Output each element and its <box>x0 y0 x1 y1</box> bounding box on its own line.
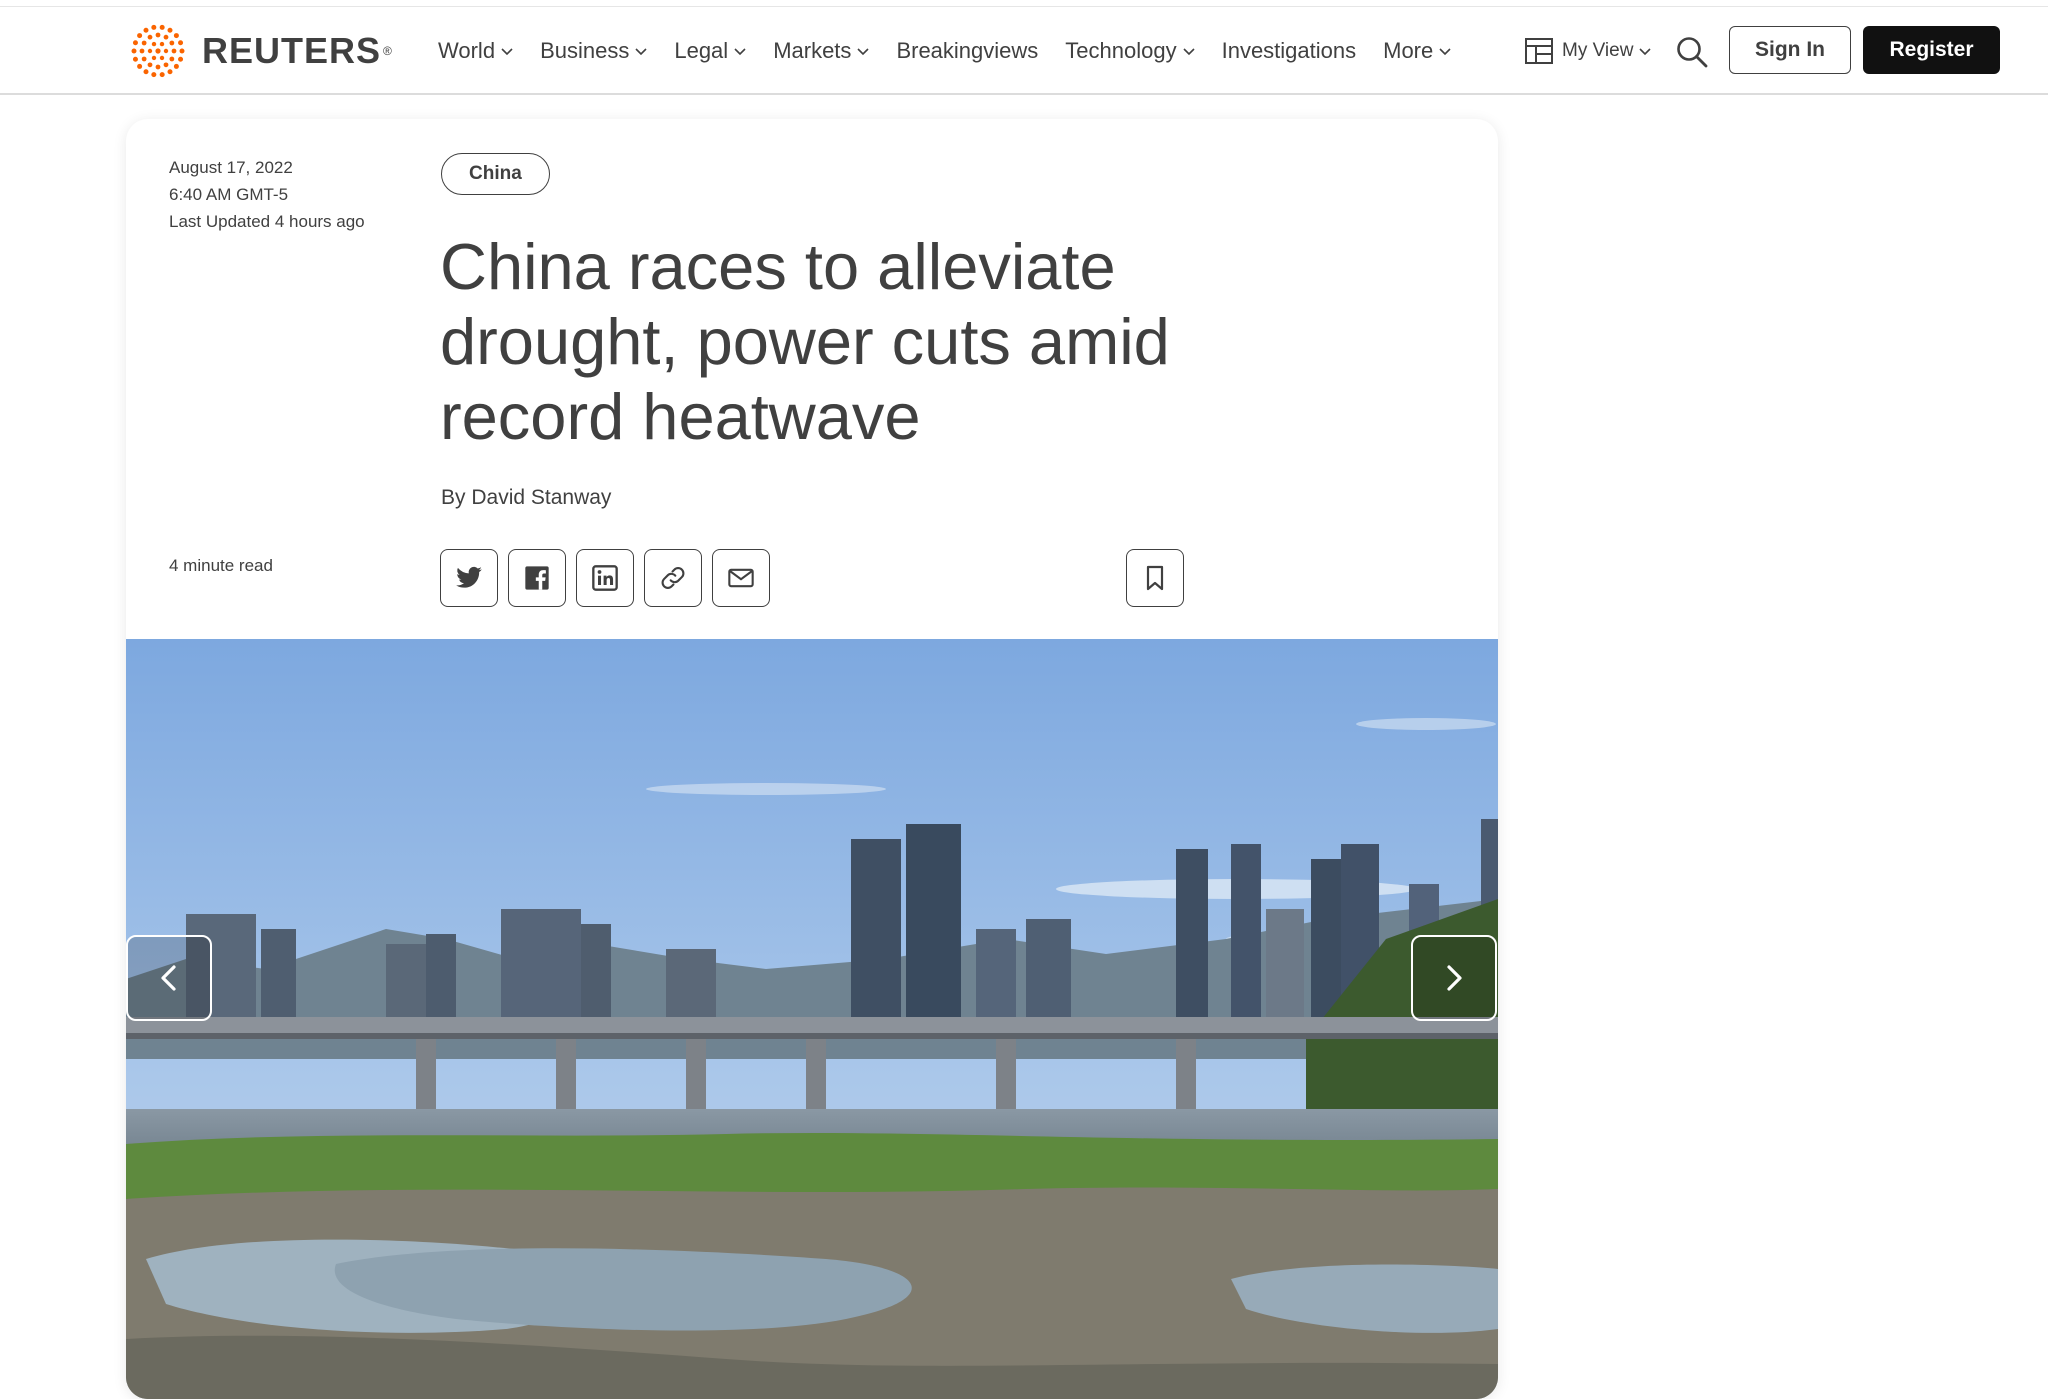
nav-technology[interactable]: Technology <box>1065 38 1195 64</box>
facebook-icon <box>525 566 549 590</box>
byline-prefix: By <box>441 486 472 509</box>
chevron-left-icon <box>161 965 176 991</box>
nav-legal[interactable]: Legal <box>674 38 746 64</box>
my-view-label: My View <box>1562 40 1634 61</box>
article-card: August 17, 2022 6:40 AM GMT-5 Last Updat… <box>126 119 1498 1399</box>
twitter-icon <box>456 566 482 588</box>
search-icon <box>1677 37 1708 68</box>
nav-breakingviews[interactable]: Breakingviews <box>896 38 1038 64</box>
linkedin-icon <box>592 565 618 591</box>
publish-time: 6:40 AM GMT-5 <box>169 185 289 204</box>
nav-label: Markets <box>773 38 852 63</box>
registered-mark: ® <box>383 44 392 58</box>
layout-icon <box>1525 38 1553 64</box>
site-header: REUTERS ® World Business Legal Markets Br… <box>0 7 2048 95</box>
chevron-down-icon <box>1183 48 1195 56</box>
sign-in-button[interactable]: Sign In <box>1729 26 1851 74</box>
carousel-prev-button[interactable] <box>126 935 212 1021</box>
article-dateline: August 17, 2022 6:40 AM GMT-5 Last Updat… <box>169 154 365 235</box>
share-email-button[interactable] <box>712 549 770 607</box>
email-icon <box>728 568 754 588</box>
nav-markets[interactable]: Markets <box>773 38 870 64</box>
brand-name: REUTERS <box>202 30 382 71</box>
nav-label: Technology <box>1065 38 1177 63</box>
article-photo <box>126 639 1498 1399</box>
carousel-next-button[interactable] <box>1411 935 1497 1021</box>
nav-more[interactable]: More <box>1383 38 1451 64</box>
main-nav: World Business Legal Markets Breakingvie… <box>438 7 1478 95</box>
nav-label: Breakingviews <box>896 38 1039 63</box>
search-button[interactable] <box>1675 35 1709 69</box>
share-linkedin-button[interactable] <box>576 549 634 607</box>
chevron-down-icon <box>501 48 513 56</box>
bookmark-icon <box>1146 565 1164 591</box>
byline: By David Stanway <box>441 486 611 510</box>
chevron-down-icon <box>1439 48 1451 56</box>
share-twitter-button[interactable] <box>440 549 498 607</box>
nav-business[interactable]: Business <box>540 38 647 64</box>
my-view-menu[interactable]: My View <box>1524 7 1652 95</box>
last-updated: Last Updated 4 hours ago <box>169 212 365 231</box>
nav-label: More <box>1383 38 1434 63</box>
publish-date: August 17, 2022 <box>169 158 293 177</box>
author-link[interactable]: David Stanway <box>471 486 611 509</box>
top-strip <box>0 0 2048 7</box>
chevron-down-icon <box>635 48 647 56</box>
chevron-down-icon <box>857 48 870 56</box>
nav-investigations[interactable]: Investigations <box>1222 38 1357 64</box>
register-button[interactable]: Register <box>1863 26 2000 74</box>
share-facebook-button[interactable] <box>508 549 566 607</box>
cityscape-photo <box>126 639 1498 1399</box>
nav-world[interactable]: World <box>438 38 513 64</box>
article-headline: China races to alleviate drought, power … <box>440 230 1170 453</box>
topic-tag-china[interactable]: China <box>441 153 550 195</box>
copy-link-button[interactable] <box>644 549 702 607</box>
chevron-down-icon <box>734 48 746 56</box>
nav-label: World <box>438 38 496 63</box>
bookmark-button[interactable] <box>1126 549 1184 607</box>
share-bar <box>440 549 780 607</box>
reuters-logo[interactable]: REUTERS ® <box>126 21 392 81</box>
nav-label: Legal <box>674 38 729 63</box>
chevron-right-icon <box>1447 965 1462 991</box>
chevron-down-icon <box>1639 48 1652 56</box>
nav-label: Business <box>540 38 630 63</box>
reuters-logo-icon <box>131 24 185 78</box>
read-time: 4 minute read <box>169 556 273 575</box>
nav-label: Investigations <box>1221 38 1357 63</box>
link-icon <box>661 567 685 589</box>
